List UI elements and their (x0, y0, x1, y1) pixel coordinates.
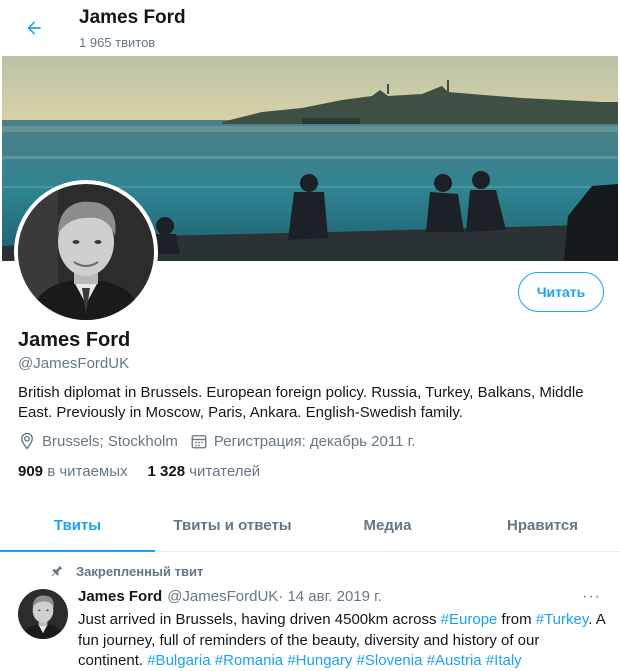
tweet-header: James Ford @JamesFordUK · 14 авг. 2019 г… (78, 588, 382, 605)
following-label: в читаемых (47, 463, 128, 480)
hashtag[interactable]: #Hungary (287, 652, 352, 669)
following-count: 909 (18, 463, 44, 480)
bio-line: East. Previously in Moscow, Paris, Ankar… (18, 404, 463, 421)
follow-button[interactable]: Читать (518, 272, 604, 312)
profile-stats: 909 в читаемых 1 328 читателей (18, 463, 280, 480)
calendar-icon (191, 435, 207, 449)
hashtag[interactable]: #Austria (427, 652, 482, 669)
header-tweet-count: 1 965 твитов (79, 35, 156, 50)
profile-tabs: Твиты Твиты и ответы Медиа Нравится (0, 500, 620, 552)
back-arrow-icon[interactable] (20, 14, 48, 42)
profile-avatar[interactable] (14, 180, 158, 324)
profile-handle: @JamesFordUK (18, 355, 130, 372)
profile-name: James Ford (18, 329, 131, 351)
more-options-icon[interactable]: ··· (582, 588, 601, 606)
profile-bio: British diplomat in Brussels. European f… (18, 383, 608, 423)
tweet-avatar[interactable] (18, 589, 68, 639)
join-date: Регистрация: декабрь 2011 г. (190, 432, 416, 450)
hashtag[interactable]: #Romania (215, 652, 283, 669)
location-text: Brussels; Stockholm (42, 432, 178, 450)
pinned-label: Закрепленный твит (76, 563, 204, 579)
hashtag[interactable]: #Turkey (536, 611, 589, 628)
followers-count: 1 328 (147, 463, 186, 480)
tweet-author[interactable]: James Ford (78, 588, 162, 605)
tweet-text-part: from (497, 611, 536, 628)
location: Brussels; Stockholm (18, 432, 178, 450)
tweet-date[interactable]: · 14 авг. 2019 г. (278, 588, 382, 605)
pushpin-icon (51, 565, 63, 577)
header-name: James Ford (79, 7, 186, 28)
hashtag[interactable]: #Europe (441, 611, 498, 628)
tweet-handle[interactable]: @JamesFordUK (167, 588, 278, 605)
profile-header: James Ford 1 965 твитов (0, 0, 620, 56)
map-pin-icon (21, 432, 33, 450)
tweet-text: Just arrived in Brussels, having driven … (78, 610, 608, 671)
tab-likes[interactable]: Нравится (465, 500, 620, 551)
hashtag[interactable]: #Bulgaria (147, 652, 210, 669)
tab-tweets-replies[interactable]: Твиты и ответы (155, 500, 310, 551)
hashtag[interactable]: #Slovenia (357, 652, 423, 669)
bio-line: British diplomat in Brussels. European f… (18, 384, 584, 401)
profile-meta: Brussels; Stockholm Регистрация: декабрь… (18, 432, 427, 450)
tab-media[interactable]: Медиа (310, 500, 465, 551)
followers-link[interactable]: 1 328 читателей (148, 463, 261, 480)
followers-label: читателей (189, 463, 261, 480)
pinned-indicator: Закрепленный твит (50, 563, 203, 579)
tweet-text-part: Just arrived in Brussels, having driven … (78, 611, 441, 628)
hashtag[interactable]: #Italy (486, 652, 522, 669)
tab-tweets[interactable]: Твиты (0, 500, 155, 552)
join-date-text: Регистрация: декабрь 2011 г. (213, 432, 416, 450)
following-link[interactable]: 909 в читаемых (18, 463, 128, 480)
